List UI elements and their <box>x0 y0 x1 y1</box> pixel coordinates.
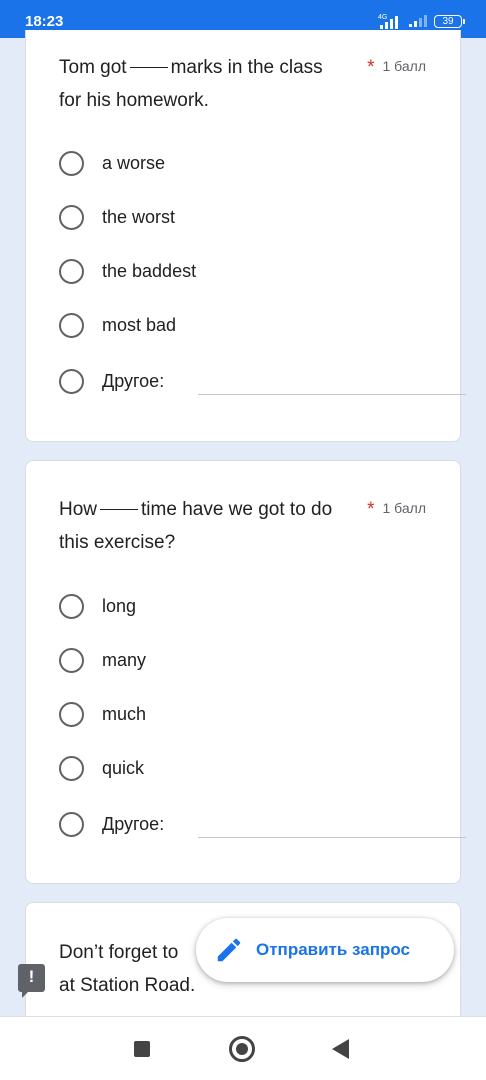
radio-option[interactable]: long <box>59 591 136 621</box>
question-card-1: Tom got marks in the class for his homewo… <box>25 30 466 442</box>
battery-level: 39 <box>442 15 454 27</box>
recents-square-icon[interactable] <box>134 1041 150 1057</box>
radio-option[interactable]: the worst <box>59 202 175 232</box>
option-label: long <box>102 595 137 616</box>
required-asterisk: * <box>367 57 375 78</box>
option-label: quick <box>102 757 145 778</box>
option-label: the baddest <box>102 260 197 281</box>
radio-option[interactable]: many <box>59 645 146 675</box>
option-label: Другое: <box>102 370 165 391</box>
points-label: * 1 балл <box>367 499 426 521</box>
radio-button[interactable] <box>59 258 84 284</box>
question-text-after: time have we got to do this exercise? <box>59 499 333 553</box>
pencil-icon <box>217 938 241 962</box>
radio-button[interactable] <box>59 647 84 673</box>
radio-button[interactable] <box>59 150 84 176</box>
send-request-button[interactable]: Отправить запрос <box>196 918 454 982</box>
navigation-bar <box>0 1016 486 1080</box>
back-triangle-icon[interactable] <box>332 1039 349 1059</box>
status-time: 18:23 <box>25 13 64 30</box>
radio-option[interactable]: a worse <box>59 148 165 178</box>
radio-option-other[interactable]: Другое: <box>59 366 164 396</box>
option-label: the worst <box>102 206 176 227</box>
question-text: How time have we got to do this exercise? <box>59 493 349 559</box>
radio-button[interactable] <box>59 368 84 394</box>
option-label: most bad <box>102 314 177 335</box>
radio-option[interactable]: quick <box>59 753 144 783</box>
radio-option-other[interactable]: Другое: <box>59 809 164 839</box>
blank <box>100 509 139 510</box>
question-card-2: How time have we got to do this exercise?… <box>25 460 466 884</box>
radio-option[interactable]: the baddest <box>59 256 196 286</box>
signal-icon: 4G <box>378 12 404 30</box>
other-text-input[interactable] <box>198 837 466 838</box>
battery-icon: 39 <box>434 14 465 28</box>
home-circle-icon[interactable] <box>229 1036 255 1062</box>
required-asterisk: * <box>367 499 375 520</box>
option-label: Другое: <box>102 813 165 834</box>
question-text-before: How <box>59 499 98 520</box>
feedback-icon[interactable]: ! <box>18 964 45 998</box>
option-label: many <box>102 649 147 670</box>
radio-button[interactable] <box>59 593 84 619</box>
alert-symbol: ! <box>28 967 35 986</box>
option-label: a worse <box>102 152 166 173</box>
points-label: * 1 балл <box>367 57 426 79</box>
status-icons: 4G 39 <box>378 10 465 32</box>
radio-button[interactable] <box>59 755 84 781</box>
send-request-label: Отправить запрос <box>256 940 411 959</box>
radio-button[interactable] <box>59 312 84 338</box>
radio-button[interactable] <box>59 701 84 727</box>
points-value: 1 балл <box>382 500 427 516</box>
other-text-input[interactable] <box>198 394 466 395</box>
blank <box>129 67 168 68</box>
option-label: much <box>102 703 147 724</box>
radio-option[interactable]: most bad <box>59 310 176 340</box>
points-value: 1 балл <box>382 58 427 74</box>
radio-option[interactable]: much <box>59 699 146 729</box>
radio-button[interactable] <box>59 204 84 230</box>
radio-button[interactable] <box>59 811 84 837</box>
question-text: Tom got marks in the class for his homewo… <box>59 51 349 117</box>
question-text-before: Tom got <box>59 57 127 78</box>
